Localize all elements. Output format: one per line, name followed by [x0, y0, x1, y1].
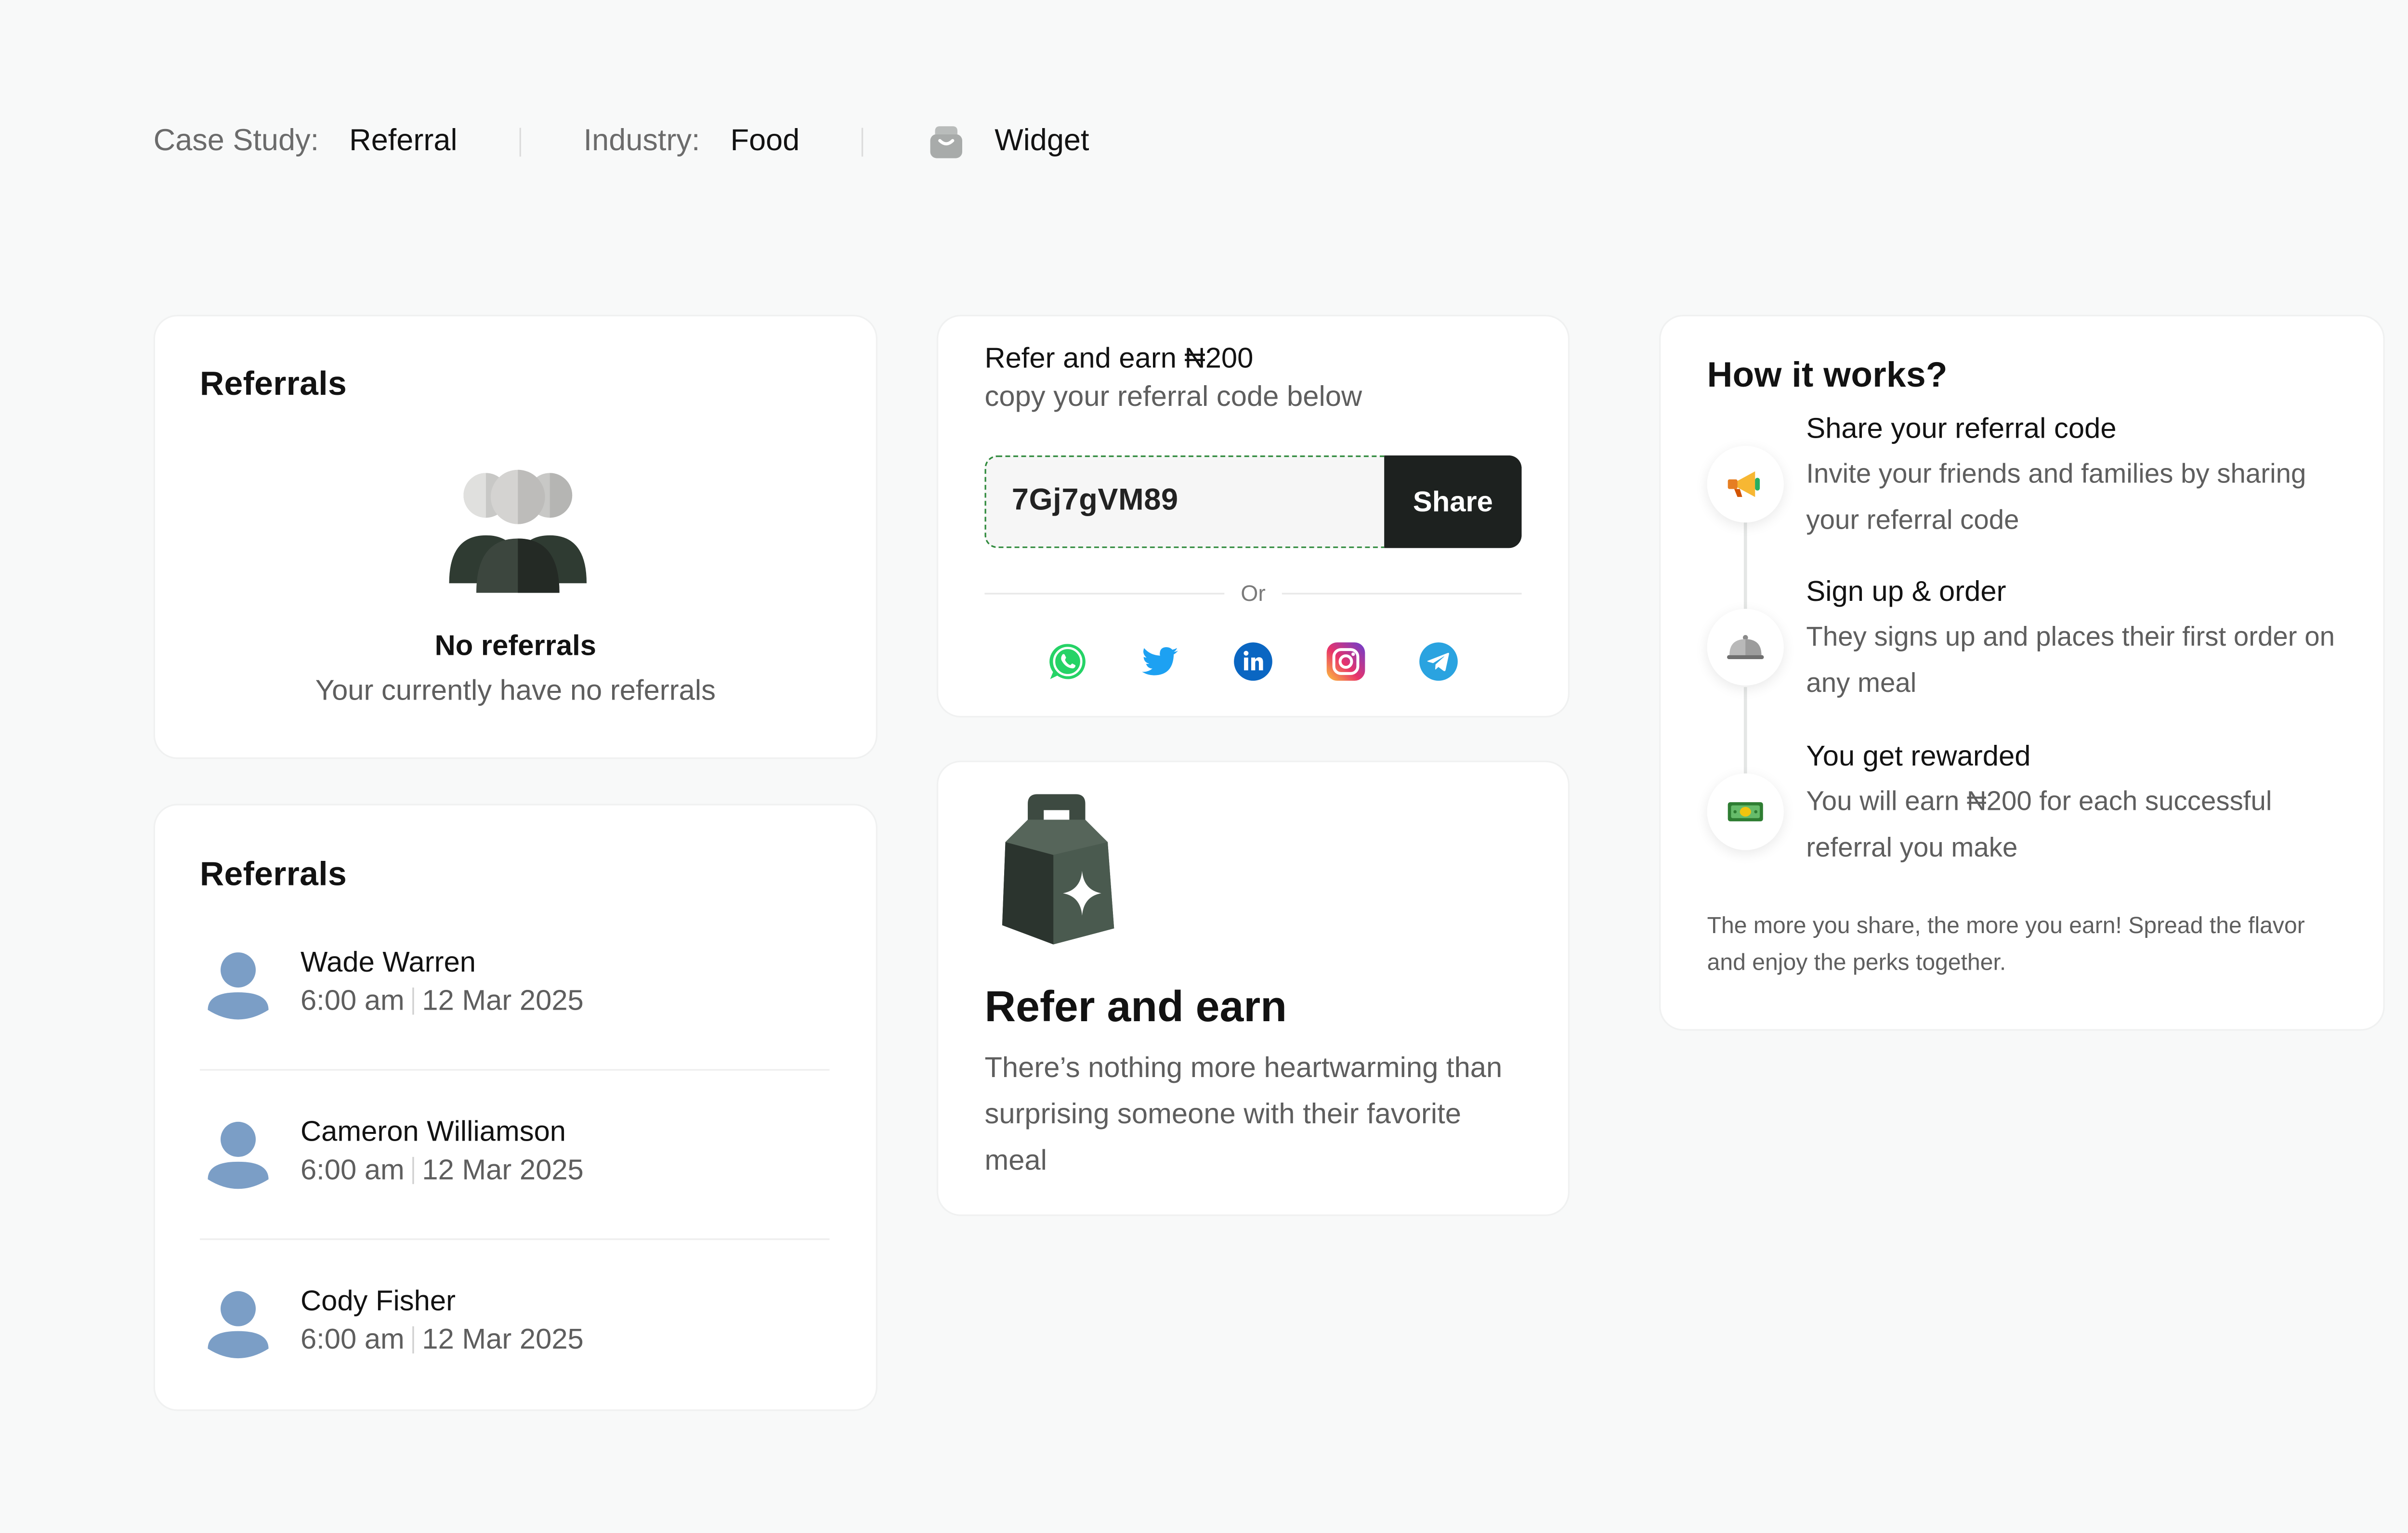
referral-timestamp: 6:00 am 12 Mar 2025: [301, 984, 584, 1018]
how-footer-note: The more you share, the more you earn! S…: [1707, 914, 2305, 976]
card-title: How it works?: [1707, 354, 1948, 395]
divider: [412, 1326, 414, 1354]
whatsapp-icon[interactable]: [1047, 641, 1088, 682]
linkedin-icon[interactable]: [1232, 641, 1274, 682]
divider: [412, 1156, 414, 1184]
step-description: Invite your friends and families by shar…: [1806, 458, 2306, 535]
widget-label: Widget: [995, 124, 1089, 158]
step-title: Share your referral code: [1806, 412, 2117, 444]
avatar-icon: [208, 952, 269, 1020]
row-divider: [199, 1238, 830, 1240]
industry-value: Food: [730, 124, 800, 158]
referral-code-card: Refer and earn ₦200 copy your referral c…: [938, 316, 1568, 716]
empty-subtext: Your currently have no referrals: [315, 674, 716, 706]
industry-label: Industry:: [583, 124, 700, 158]
list-item[interactable]: Wade Warren 6:00 am 12 Mar 2025: [199, 946, 830, 1116]
step-title: You get rewarded: [1806, 740, 2031, 772]
or-divider: Or: [984, 580, 1522, 606]
social-share-row: [1047, 641, 1459, 682]
referral-code-box: 7Gj7gVM89 Share: [984, 455, 1522, 548]
empty-referrals-card: Referrals No referrals Your currently ha…: [155, 316, 876, 758]
promo-text: There’s nothing more heartwarming than s…: [984, 1051, 1503, 1176]
list-item[interactable]: Cody Fisher 6:00 am 12 Mar 2025: [200, 1285, 830, 1380]
step-description: You will earn ₦200 for each successful r…: [1806, 786, 2272, 863]
step-description: They signs up and places their first ord…: [1806, 622, 2335, 699]
refer-promo-card: Refer and earn There’s nothing more hear…: [938, 762, 1568, 1215]
megaphone-icon: [1727, 471, 1760, 497]
divider: [862, 128, 864, 157]
food-bag-icon: [1002, 794, 1114, 945]
share-button[interactable]: Share: [1384, 455, 1522, 548]
referral-time: 6:00 am: [300, 1154, 405, 1186]
case-study-label: Case Study:: [153, 124, 319, 158]
food-cloche-icon: [1727, 635, 1764, 660]
step-icon-circle: [1707, 445, 1784, 523]
cash-icon: [1727, 802, 1763, 821]
referrals-list-card: Referrals Wade Warren 6:00 am 12 Mar 202…: [155, 805, 876, 1410]
people-group-icon: [449, 469, 587, 593]
instagram-icon[interactable]: [1325, 641, 1366, 682]
step-connector: [1743, 687, 1747, 783]
step-icon-circle: [1707, 773, 1784, 850]
divider-line: [1282, 592, 1522, 594]
promo-title: Refer and earn: [984, 983, 1287, 1031]
avatar-icon: [208, 1121, 269, 1189]
case-study-value: Referral: [349, 124, 458, 158]
row-divider: [199, 1069, 830, 1071]
referral-name: Cody Fisher: [300, 1285, 456, 1317]
referral-code[interactable]: 7Gj7gVM89: [984, 455, 1385, 548]
twitter-icon[interactable]: [1139, 641, 1181, 682]
list-item[interactable]: Cameron Williamson 6:00 am 12 Mar 2025: [199, 1115, 830, 1285]
referral-time: 6:00 am: [300, 984, 405, 1016]
card-title: Referrals: [199, 366, 347, 403]
how-it-works-card: How it works? Share your referral code I…: [1661, 316, 2383, 1029]
divider: [412, 987, 414, 1015]
card-title: Referrals: [199, 856, 347, 894]
refer-subtitle: copy your referral code below: [984, 380, 1362, 413]
page: Case Study: Referral Industry: Food Widg…: [0, 0, 2408, 1533]
meta-bar: Case Study: Referral Industry: Food Widg…: [154, 121, 1089, 163]
referral-timestamp: 6:00 am 12 Mar 2025: [301, 1323, 584, 1357]
divider-line: [984, 592, 1225, 594]
avatar-icon: [208, 1291, 269, 1359]
referral-time: 6:00 am: [300, 1323, 405, 1355]
refer-title: Refer and earn ₦200: [984, 342, 1254, 374]
referral-date: 12 Mar 2025: [422, 984, 584, 1016]
step-title: Sign up & order: [1806, 575, 2006, 608]
step-connector: [1743, 522, 1747, 619]
archive-box-icon: [930, 126, 963, 158]
referral-name: Wade Warren: [300, 946, 476, 978]
step-icon-circle: [1707, 609, 1784, 686]
divider: [519, 128, 522, 157]
or-label: Or: [1241, 580, 1266, 606]
telegram-icon[interactable]: [1418, 641, 1459, 682]
referral-name: Cameron Williamson: [300, 1115, 566, 1147]
referral-timestamp: 6:00 am 12 Mar 2025: [301, 1154, 584, 1187]
referral-date: 12 Mar 2025: [422, 1323, 584, 1355]
referral-date: 12 Mar 2025: [422, 1154, 584, 1186]
empty-heading: No referrals: [434, 629, 597, 662]
